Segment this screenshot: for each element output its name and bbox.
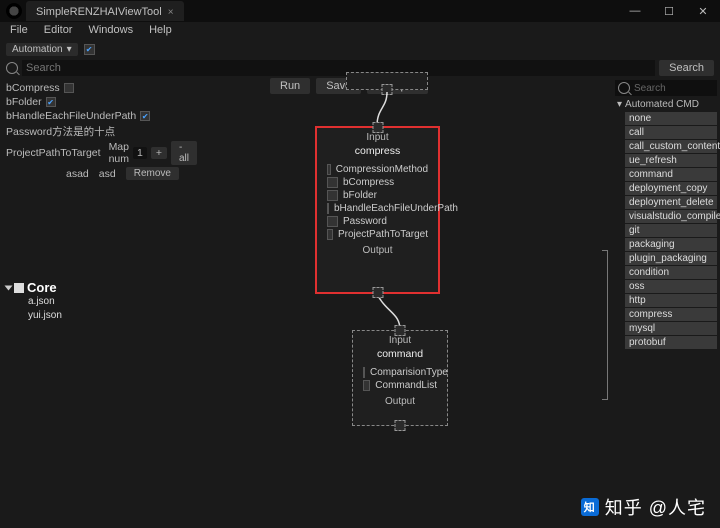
field-row: ProjectPathToTarget bbox=[317, 228, 438, 241]
close-button[interactable]: ✕ bbox=[686, 0, 720, 22]
expand-icon bbox=[5, 285, 13, 290]
remove-button[interactable]: Remove bbox=[126, 167, 179, 180]
field-row: CompressionMethod bbox=[317, 163, 438, 176]
asad-text: asad bbox=[66, 168, 89, 180]
node-command[interactable]: Input command ComparisionType CommandLis… bbox=[352, 330, 448, 426]
search-icon bbox=[618, 82, 630, 94]
prop-projectpath: ProjectPathToTarget Map num 1 + -all bbox=[6, 141, 184, 165]
search-input[interactable] bbox=[22, 60, 655, 76]
automation-dropdown[interactable]: Automation ▾ bbox=[6, 43, 78, 56]
maximize-button[interactable]: ☐ bbox=[652, 0, 686, 22]
properties-panel: bCompress bFolder bHandleEachFileUnderPa… bbox=[0, 78, 190, 518]
menu-help[interactable]: Help bbox=[149, 24, 172, 38]
cmd-item[interactable]: ue_refresh bbox=[625, 154, 717, 167]
node-name: command bbox=[353, 346, 447, 366]
cmd-item[interactable]: deployment_delete bbox=[625, 196, 717, 209]
right-panel: Search ▾ Automated CMD nonecallcall_cust… bbox=[612, 78, 720, 518]
node-compress[interactable]: Input compress CompressionMethod bCompre… bbox=[315, 126, 440, 294]
automation-label: Automation bbox=[12, 44, 63, 55]
asd-text: asd bbox=[99, 168, 116, 180]
run-button[interactable]: Run bbox=[270, 78, 310, 94]
minimize-button[interactable]: — bbox=[618, 0, 652, 22]
field-row: ComparisionType bbox=[353, 366, 447, 379]
chevron-down-icon: ▾ bbox=[617, 99, 622, 110]
menu-editor[interactable]: Editor bbox=[44, 24, 73, 38]
input-pin[interactable] bbox=[372, 122, 383, 133]
node-output-label: Output bbox=[353, 392, 447, 409]
graph-canvas[interactable]: Run Save Compile Input compress Compress… bbox=[190, 78, 612, 518]
mapnum-value[interactable]: 1 bbox=[133, 147, 147, 159]
field-row: bHandleEachFileUnderPath bbox=[317, 202, 438, 215]
watermark: 知 知乎 @人宅 bbox=[581, 494, 706, 520]
field-row: Password bbox=[317, 215, 438, 228]
checkbox-bhandle[interactable] bbox=[140, 111, 150, 121]
cmd-item[interactable]: plugin_packaging bbox=[625, 252, 717, 265]
titlebar: SimpleRENZHAIViewTool × — ☐ ✕ bbox=[0, 0, 720, 22]
prop-bhandle: bHandleEachFileUnderPath bbox=[6, 110, 184, 122]
core-header[interactable]: Core bbox=[6, 280, 184, 295]
cmd-item[interactable]: compress bbox=[625, 308, 717, 321]
cmd-item[interactable]: protobuf bbox=[625, 336, 717, 349]
search-icon bbox=[6, 62, 18, 74]
node-output-label: Output bbox=[317, 241, 438, 258]
cmd-item[interactable]: call_custom_content bbox=[625, 140, 717, 153]
cmd-item[interactable]: condition bbox=[625, 266, 717, 279]
core-section: Core a.json yui.json bbox=[6, 280, 184, 323]
search-button[interactable]: Search bbox=[659, 60, 714, 76]
field-row: CommandList bbox=[353, 379, 447, 392]
core-title: Core bbox=[27, 280, 57, 295]
cmd-item[interactable]: git bbox=[625, 224, 717, 237]
menubar: File Editor Windows Help bbox=[0, 22, 720, 40]
cmd-item[interactable]: mysql bbox=[625, 322, 717, 335]
field-row: bCompress bbox=[317, 176, 438, 189]
output-pin[interactable] bbox=[395, 420, 406, 431]
prop-bcompress: bCompress bbox=[6, 82, 184, 94]
toolbar-checkbox[interactable] bbox=[84, 44, 95, 55]
core-item[interactable]: a.json bbox=[28, 295, 184, 309]
cmd-item[interactable]: packaging bbox=[625, 238, 717, 251]
cmd-item[interactable]: visualstudio_compile bbox=[625, 210, 717, 223]
add-button[interactable]: + bbox=[151, 147, 167, 159]
prop-password: Password方法是的十点 bbox=[6, 124, 184, 139]
menu-file[interactable]: File bbox=[10, 24, 28, 38]
node-name: compress bbox=[317, 143, 438, 163]
chevron-down-icon: ▾ bbox=[67, 44, 72, 55]
checkbox-bfolder[interactable] bbox=[46, 97, 56, 107]
input-pin[interactable] bbox=[395, 325, 406, 336]
toolbar: Automation ▾ bbox=[0, 40, 720, 58]
ue-logo bbox=[6, 3, 22, 19]
app-tab[interactable]: SimpleRENZHAIViewTool × bbox=[26, 1, 184, 21]
cmd-item[interactable]: call bbox=[625, 126, 717, 139]
cmd-item[interactable]: oss bbox=[625, 280, 717, 293]
checkbox-bcompress[interactable] bbox=[64, 83, 74, 93]
output-pin[interactable] bbox=[382, 84, 393, 95]
node-stub[interactable] bbox=[346, 72, 428, 90]
output-pin[interactable] bbox=[372, 287, 383, 298]
zhihu-logo: 知 bbox=[581, 498, 599, 516]
cmd-item[interactable]: http bbox=[625, 294, 717, 307]
cmd-item[interactable]: none bbox=[625, 112, 717, 125]
bracket-icon bbox=[602, 250, 608, 400]
core-icon bbox=[14, 283, 24, 293]
core-item[interactable]: yui.json bbox=[28, 309, 184, 323]
tab-title: SimpleRENZHAIViewTool bbox=[36, 6, 162, 18]
right-search[interactable]: Search bbox=[615, 80, 717, 96]
cmd-item[interactable]: deployment_copy bbox=[625, 182, 717, 195]
cmd-item[interactable]: command bbox=[625, 168, 717, 181]
tab-close-icon[interactable]: × bbox=[168, 7, 174, 18]
right-header[interactable]: ▾ Automated CMD bbox=[615, 98, 717, 111]
prop-bfolder: bFolder bbox=[6, 96, 184, 108]
field-row: bFolder bbox=[317, 189, 438, 202]
menu-windows[interactable]: Windows bbox=[88, 24, 133, 38]
